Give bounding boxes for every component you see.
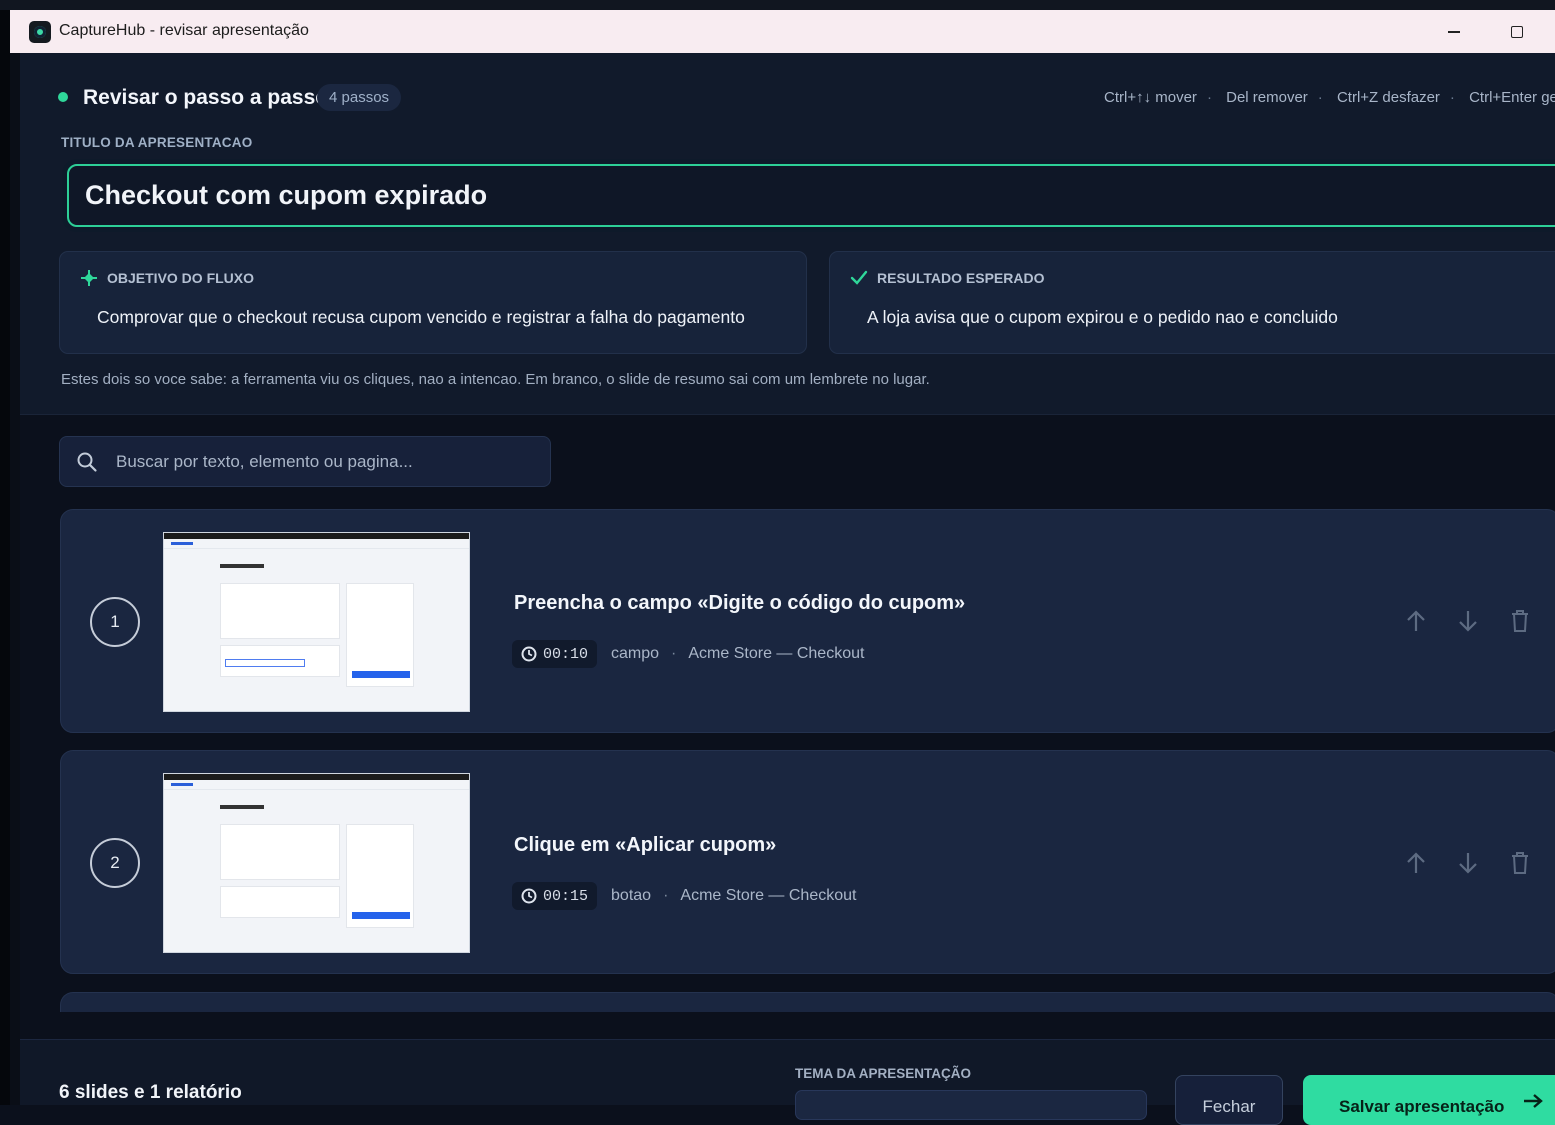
expected-result-card[interactable]: RESULTADO ESPERADO A loja avisa que o cu… [829, 251, 1555, 354]
steps-count-badge: 4 passos [317, 84, 402, 111]
theme-select[interactable] [795, 1090, 1147, 1120]
step-actions [1401, 848, 1535, 878]
info-note: Estes dois so voce sabe: a ferramenta vi… [61, 371, 930, 388]
maximize-icon [1511, 26, 1523, 38]
move-down-button[interactable] [1453, 606, 1483, 636]
move-up-button[interactable] [1401, 606, 1431, 636]
arrow-down-icon [1459, 853, 1477, 874]
step-card[interactable]: 2 Clique em «Aplicar cupom» 00:15 botao … [60, 750, 1555, 974]
delete-step-button[interactable] [1505, 606, 1535, 636]
step-page-name: Acme Store — Checkout [688, 645, 865, 662]
move-up-button[interactable] [1401, 848, 1431, 878]
arrow-right-icon [1524, 1094, 1543, 1108]
app-icon [29, 21, 51, 43]
expected-result-text: A loja avisa que o cupom expirou e o ped… [867, 307, 1338, 327]
window-edge [10, 53, 20, 1105]
objective-label: OBJETIVO DO FLUXO [107, 270, 255, 286]
search-input[interactable] [116, 437, 536, 486]
step-element-kind: botao [611, 887, 652, 904]
window-titlebar: CaptureHub - revisar apresentação [10, 10, 1555, 53]
step-card-partial[interactable] [60, 992, 1555, 1012]
step-title: Preencha o campo «Digite o código do cup… [514, 592, 966, 614]
output-summary: 6 slides e 1 relatório [59, 1082, 242, 1103]
title-field-label: TITULO DA APRESENTACAO [61, 135, 253, 150]
step-number: 2 [90, 838, 140, 888]
step-time-value: 00:10 [543, 645, 589, 663]
step-actions [1401, 606, 1535, 636]
step-meta: 00:15 botao · Acme Store — Checkout [512, 882, 856, 910]
desktop-left-strip [0, 10, 10, 1105]
status-dot [58, 92, 68, 102]
objective-card[interactable]: OBJETIVO DO FLUXO Comprovar que o checko… [59, 251, 807, 354]
step-time: 00:10 [512, 640, 598, 668]
page-title: Revisar o passo a passo [83, 86, 329, 109]
title-field [67, 164, 1555, 227]
close-button[interactable]: Fechar [1175, 1075, 1283, 1125]
arrow-up-icon [1407, 852, 1425, 873]
objective-text: Comprovar que o checkout recusa cupom ve… [97, 307, 745, 327]
presentation-settings-panel: Revisar o passo a passo 4 passos Ctrl+↑↓… [20, 53, 1555, 415]
step-screenshot-thumbnail[interactable] [163, 773, 470, 953]
clock-icon [521, 888, 537, 904]
step-meta: 00:10 campo · Acme Store — Checkout [512, 640, 864, 668]
keyboard-shortcuts-hint: Ctrl+↑↓ mover · Del remover · Ctrl+Z desfa… [1104, 89, 1555, 106]
shortcut-move: Ctrl+↑↓ mover [1104, 89, 1197, 106]
save-presentation-label: Salvar apresentação [1339, 1097, 1505, 1116]
maximize-button[interactable] [1494, 17, 1540, 47]
minimize-icon [1448, 31, 1460, 33]
step-title: Clique em «Aplicar cupom» [514, 834, 777, 856]
trash-icon [1512, 610, 1528, 632]
save-presentation-button[interactable]: Salvar apresentação [1303, 1075, 1555, 1125]
step-element-kind: campo [611, 645, 660, 662]
step-time-value: 00:15 [543, 887, 589, 905]
minimize-button[interactable] [1431, 17, 1477, 47]
window-title: CaptureHub - revisar apresentação [59, 22, 309, 39]
step-number: 1 [90, 597, 140, 647]
clock-icon [521, 646, 537, 662]
desktop-top-strip [0, 0, 1555, 10]
delete-step-button[interactable] [1505, 848, 1535, 878]
trash-icon [1512, 852, 1528, 874]
step-card[interactable]: 1 Preencha o campo «Digite o código do c… [60, 509, 1555, 733]
shortcut-undo: Ctrl+Z desfazer [1336, 89, 1440, 106]
shortcut-generate: Ctrl+Enter ge [1469, 89, 1555, 106]
step-time: 00:15 [512, 882, 598, 910]
arrow-up-icon [1407, 610, 1425, 631]
footer-bar: 6 slides e 1 relatório TEMA DA APRESENTA… [20, 1039, 1555, 1125]
presentation-title-input[interactable] [85, 166, 1545, 225]
search-box [59, 436, 551, 487]
step-screenshot-thumbnail[interactable] [163, 532, 470, 712]
check-icon [850, 270, 868, 285]
step-page-name: Acme Store — Checkout [680, 887, 857, 904]
target-icon [81, 270, 97, 286]
expected-result-label: RESULTADO ESPERADO [877, 270, 1045, 286]
theme-label: TEMA DA APRESENTAÇÃO [795, 1066, 972, 1081]
shortcut-remove: Del remover [1226, 89, 1308, 106]
move-down-button[interactable] [1453, 848, 1483, 878]
search-icon [77, 452, 97, 472]
arrow-down-icon [1459, 611, 1477, 632]
app-content: Revisar o passo a passo 4 passos Ctrl+↑↓… [20, 53, 1555, 1125]
